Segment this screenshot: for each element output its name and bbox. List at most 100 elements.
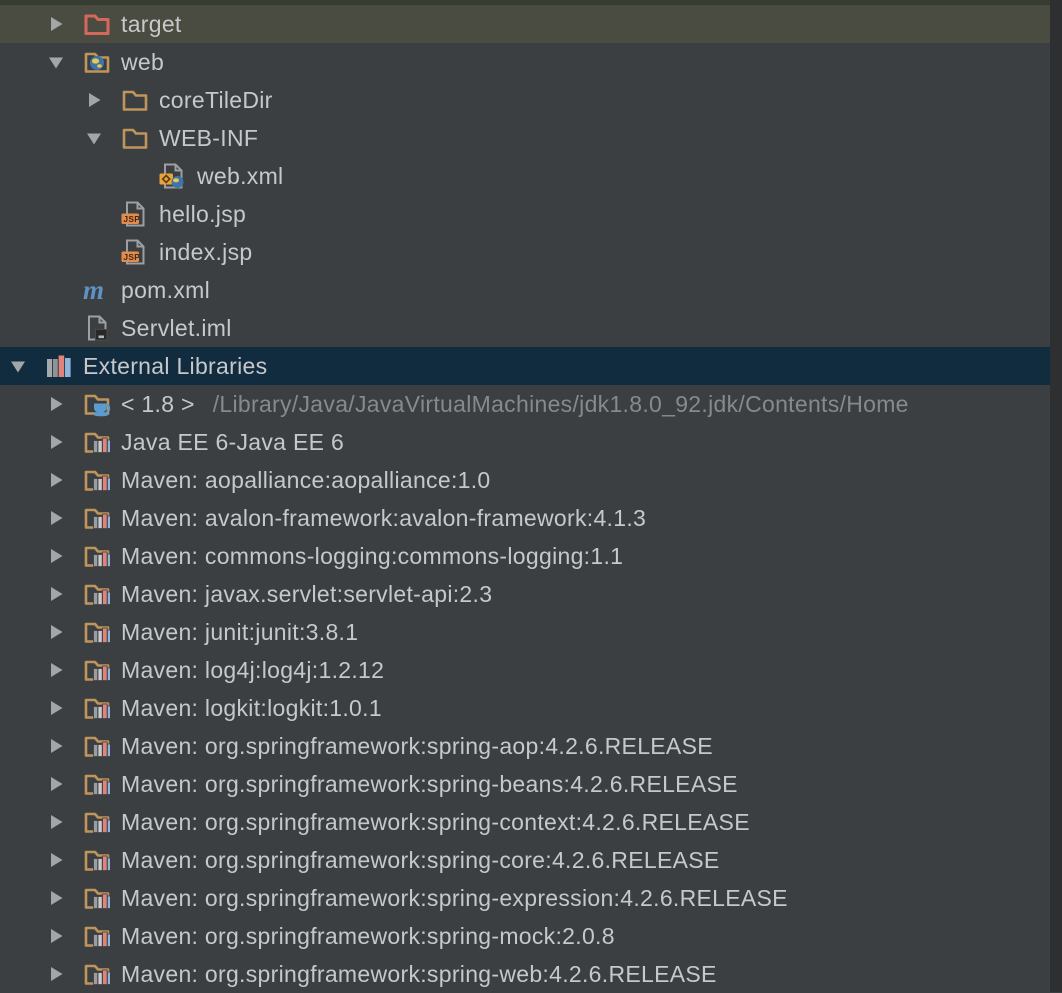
library-folder-icon — [82, 541, 112, 571]
chevron-right-icon[interactable] — [46, 774, 82, 794]
web-xml-file-icon — [158, 161, 188, 191]
chevron-right-icon[interactable] — [46, 888, 82, 908]
tree-row-maven-org-springframework-spring-mock-2-0-8[interactable]: Maven: org.springframework:spring-mock:2… — [0, 917, 1062, 955]
iml-file-icon — [82, 313, 112, 343]
library-folder-icon — [82, 883, 112, 913]
tree-row-pom-xml[interactable]: m pom.xml — [0, 271, 1062, 309]
tree-item-label: Maven: javax.servlet:servlet-api:2.3 — [121, 580, 493, 607]
chevron-down-icon[interactable] — [46, 52, 82, 72]
tree-row-maven-commons-logging-commons-logging-1-1[interactable]: Maven: commons-logging:commons-logging:1… — [0, 537, 1062, 575]
tree-row-maven-junit-junit-3-8-1[interactable]: Maven: junit:junit:3.8.1 — [0, 613, 1062, 651]
tree-row-maven-org-springframework-spring-web-4-2-6-release[interactable]: Maven: org.springframework:spring-web:4.… — [0, 955, 1062, 993]
chevron-right-icon[interactable] — [46, 964, 82, 984]
chevron-down-icon[interactable] — [8, 356, 44, 376]
tree-item-label: Maven: org.springframework:spring-mock:2… — [121, 922, 615, 949]
tree-row-maven-org-springframework-spring-aop-4-2-6-release[interactable]: Maven: org.springframework:spring-aop:4.… — [0, 727, 1062, 765]
tree-item-label: Java EE 6-Java EE 6 — [121, 428, 345, 455]
tree-row-servlet-iml[interactable]: Servlet.iml — [0, 309, 1062, 347]
tree-item-label: Maven: org.springframework:spring-expres… — [121, 884, 788, 911]
svg-text:m: m — [83, 275, 104, 305]
tree-item-label: < 1.8 > — [121, 390, 195, 417]
tree-item-label: External Libraries — [83, 352, 268, 379]
tree-row-hello-jsp[interactable]: JSP hello.jsp — [0, 195, 1062, 233]
chevron-right-icon[interactable] — [46, 432, 82, 452]
chevron-right-icon[interactable] — [84, 90, 120, 110]
library-folder-icon — [82, 693, 112, 723]
chevron-right-icon[interactable] — [46, 470, 82, 490]
chevron-right-icon[interactable] — [46, 394, 82, 414]
chevron-right-icon[interactable] — [46, 736, 82, 756]
tree-row-maven-aopalliance-aopalliance-1-0[interactable]: Maven: aopalliance:aopalliance:1.0 — [0, 461, 1062, 499]
chevron-right-icon[interactable] — [46, 622, 82, 642]
chevron-right-icon[interactable] — [46, 584, 82, 604]
tree-item-label: pom.xml — [121, 276, 211, 303]
chevron-right-icon[interactable] — [46, 508, 82, 528]
tree-item-label: Maven: commons-logging:commons-logging:1… — [121, 542, 624, 569]
tree-item-label: web — [121, 48, 165, 75]
tree-row-coretiledir[interactable]: coreTileDir — [0, 81, 1062, 119]
tree-item-label: Maven: org.springframework:spring-web:4.… — [121, 960, 717, 987]
tree-item-label: index.jsp — [159, 238, 253, 265]
jsp-file-icon: JSP — [120, 199, 150, 229]
tree-item-label: Maven: org.springframework:spring-aop:4.… — [121, 732, 713, 759]
tree-item-label: coreTileDir — [159, 86, 273, 113]
tree-row-maven-logkit-logkit-1-0-1[interactable]: Maven: logkit:logkit:1.0.1 — [0, 689, 1062, 727]
chevron-right-icon[interactable] — [46, 850, 82, 870]
tree-item-label: Maven: log4j:log4j:1.2.12 — [121, 656, 385, 683]
chevron-down-icon[interactable] — [84, 128, 120, 148]
project-tree: target web coreTileDir WEB-INF web.xml JSP hel… — [0, 5, 1062, 993]
tree-row-target[interactable]: target — [0, 5, 1062, 43]
tree-item-label: Maven: aopalliance:aopalliance:1.0 — [121, 466, 491, 493]
chevron-right-icon[interactable] — [46, 926, 82, 946]
tree-row-external-libraries[interactable]: External Libraries — [0, 347, 1062, 385]
library-folder-icon — [82, 655, 112, 685]
folder-icon — [120, 123, 150, 153]
library-folder-icon — [82, 731, 112, 761]
tree-row-maven-org-springframework-spring-beans-4-2-6-release[interactable]: Maven: org.springframework:spring-beans:… — [0, 765, 1062, 803]
tree-item-label: Maven: logkit:logkit:1.0.1 — [121, 694, 382, 721]
tree-item-path-suffix: /Library/Java/JavaVirtualMachines/jdk1.8… — [212, 390, 909, 417]
tree-row-1-8[interactable]: < 1.8 > /Library/Java/JavaVirtualMachines… — [0, 385, 1062, 423]
chevron-right-icon[interactable] — [46, 660, 82, 680]
tree-row-maven-org-springframework-spring-expression-4-2-6-release[interactable]: Maven: org.springframework:spring-expres… — [0, 879, 1062, 917]
tree-row-index-jsp[interactable]: JSP index.jsp — [0, 233, 1062, 271]
tree-item-label: target — [121, 10, 182, 37]
tree-item-label: Maven: avalon-framework:avalon-framework… — [121, 504, 647, 531]
tree-row-maven-avalon-framework-avalon-framework-4-1-3[interactable]: Maven: avalon-framework:avalon-framework… — [0, 499, 1062, 537]
libraries-icon — [44, 351, 74, 381]
tree-item-label: WEB-INF — [159, 124, 259, 151]
tree-item-label: Maven: org.springframework:spring-core:4… — [121, 846, 720, 873]
library-folder-icon — [82, 579, 112, 609]
jsp-file-icon: JSP — [120, 237, 150, 267]
tree-item-label: hello.jsp — [159, 200, 247, 227]
library-folder-icon — [82, 503, 112, 533]
jdk-folder-icon — [82, 389, 112, 419]
library-folder-icon — [82, 921, 112, 951]
tree-row-maven-org-springframework-spring-core-4-2-6-release[interactable]: Maven: org.springframework:spring-core:4… — [0, 841, 1062, 879]
library-folder-icon — [82, 845, 112, 875]
tree-item-label: web.xml — [197, 162, 284, 189]
chevron-right-icon[interactable] — [46, 14, 82, 34]
chevron-right-icon[interactable] — [46, 698, 82, 718]
library-folder-icon — [82, 465, 112, 495]
tree-row-web-inf[interactable]: WEB-INF — [0, 119, 1062, 157]
library-folder-icon — [82, 959, 112, 989]
svg-text:JSP: JSP — [123, 252, 140, 262]
tree-item-label: Maven: junit:junit:3.8.1 — [121, 618, 359, 645]
maven-module-icon: m — [82, 275, 112, 305]
tree-item-label: Servlet.iml — [121, 314, 232, 341]
svg-text:JSP: JSP — [123, 214, 140, 224]
tree-row-maven-org-springframework-spring-context-4-2-6-release[interactable]: Maven: org.springframework:spring-contex… — [0, 803, 1062, 841]
tree-row-maven-log4j-log4j-1-2-12[interactable]: Maven: log4j:log4j:1.2.12 — [0, 651, 1062, 689]
tree-row-web[interactable]: web — [0, 43, 1062, 81]
library-folder-icon — [82, 617, 112, 647]
library-folder-icon — [82, 807, 112, 837]
chevron-right-icon[interactable] — [46, 546, 82, 566]
tree-row-java-ee-6-java-ee-6[interactable]: Java EE 6-Java EE 6 — [0, 423, 1062, 461]
web-folder-icon — [82, 47, 112, 77]
chevron-right-icon[interactable] — [46, 812, 82, 832]
tree-item-label: Maven: org.springframework:spring-contex… — [121, 808, 750, 835]
tree-row-maven-javax-servlet-servlet-api-2-3[interactable]: Maven: javax.servlet:servlet-api:2.3 — [0, 575, 1062, 613]
folder-icon — [120, 85, 150, 115]
tree-row-web-xml[interactable]: web.xml — [0, 157, 1062, 195]
